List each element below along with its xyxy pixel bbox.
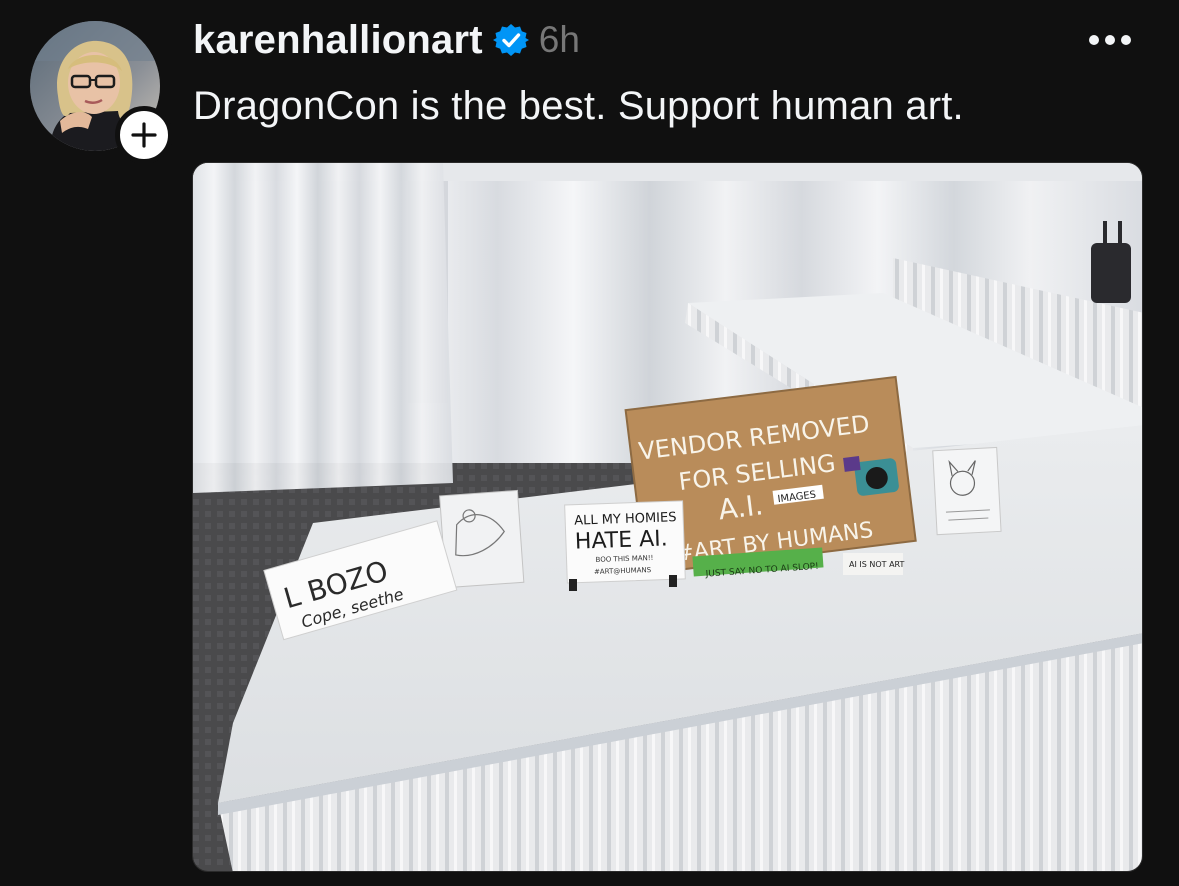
avatar-container[interactable] [30,21,173,164]
post-header: karenhallionart 6h [193,14,580,66]
ai-not-art-card: AI IS NOT ART [849,560,905,569]
post-timestamp: 6h [538,19,580,60]
plus-icon [131,122,157,148]
more-options-button[interactable] [1084,26,1136,54]
verified-badge-icon [492,22,529,58]
convention-table-photo: VENDOR REMOVED FOR SELLING A.I. IMAGES #… [193,163,1142,871]
post-caption: DragonCon is the best. Support human art… [193,84,964,128]
thread-post: karenhallionart 6h DragonCon is the best… [0,0,1179,886]
post-photo[interactable]: VENDOR REMOVED FOR SELLING A.I. IMAGES #… [192,162,1143,872]
follow-button[interactable] [115,106,173,164]
homies-line2: HATE AI. [575,526,669,554]
ellipsis-icon [1089,35,1131,45]
sign-vendor-line3: A.I. [716,488,764,526]
username-link[interactable]: karenhallionart [193,18,483,63]
